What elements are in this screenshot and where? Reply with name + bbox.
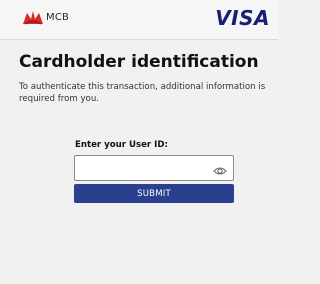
bank-logo: MCB xyxy=(22,10,82,28)
eye-icon[interactable] xyxy=(213,162,227,175)
user-id-form: Enter your User ID: SUBMIT xyxy=(74,140,234,203)
main-content: Cardholder identification To authenticat… xyxy=(0,40,278,284)
page-title: Cardholder identification xyxy=(19,52,259,72)
bank-name: MCB xyxy=(46,12,70,23)
header-bar: MCB VISA xyxy=(0,0,278,40)
page-description: To authenticate this transaction, additi… xyxy=(19,82,266,104)
submit-button[interactable]: SUBMIT xyxy=(74,184,234,203)
user-id-field-wrapper xyxy=(74,155,234,181)
mcb-logo-icon xyxy=(23,11,43,25)
authentication-page: MCB VISA Cardholder identification To au… xyxy=(0,0,278,284)
user-id-input[interactable] xyxy=(75,156,205,180)
visa-logo: VISA xyxy=(215,6,270,30)
user-id-label: Enter your User ID: xyxy=(75,140,168,150)
